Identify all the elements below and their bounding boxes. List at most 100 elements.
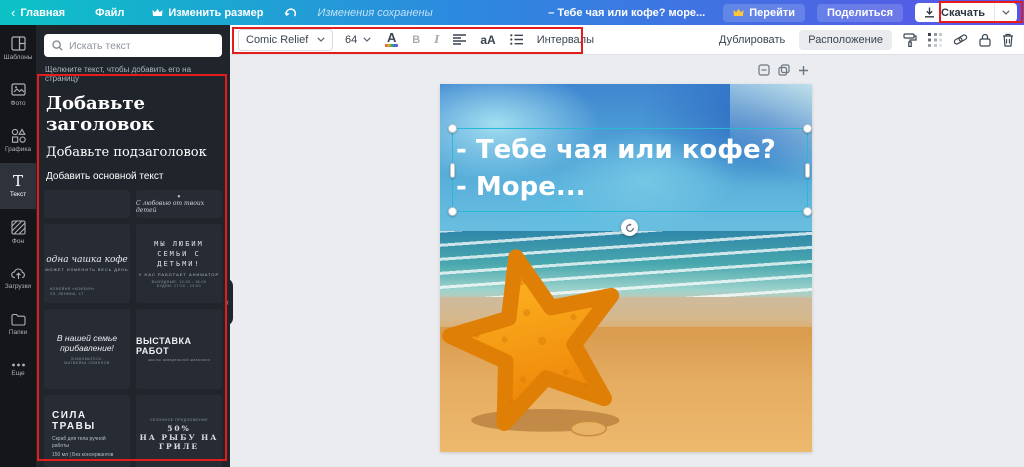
add-subheading-item[interactable]: Добавьте подзаголовок [46,145,220,160]
text-panel: Щелкните текст, чтобы добавить его на ст… [36,25,230,467]
page-actions [758,64,809,76]
copy-style-button[interactable] [903,32,917,47]
starfish-graphic [441,248,620,437]
text-template-card[interactable]: одна чашка кофе МОЖЕТ ИЗМЕНИТЬ ВЕСЬ ДЕНЬ… [44,224,130,303]
resize-handle-se[interactable] [803,207,812,216]
notes-icon[interactable] [758,64,770,76]
resize-handle-w[interactable] [450,163,455,178]
home-button[interactable]: ‹ Главная [11,5,65,20]
font-size-value: 64 [345,33,358,46]
file-menu[interactable]: Файл [95,7,124,19]
panel-hint: Щелкните текст, чтобы добавить его на ст… [45,65,192,83]
more-icon [11,363,26,367]
add-bodytext-item[interactable]: Добавить основной текст [46,171,220,182]
list-button[interactable] [509,34,523,45]
undo-icon [283,7,297,19]
font-name: Comic Relief [246,33,309,46]
paint-roller-icon [903,32,917,47]
sidebar-item-more[interactable]: Еще [0,347,36,393]
sidebar-rail: Шаблоны Фото Графика T Текст Фон Загрузк… [0,25,36,467]
download-label: Скачать [941,6,985,19]
file-label: Файл [95,6,125,19]
crown-icon [152,8,163,17]
folders-icon [10,313,26,326]
resize-button[interactable]: Изменить размер [152,7,263,19]
position-button[interactable]: Расположение [799,29,892,50]
duplicate-button[interactable]: Дублировать [719,34,785,46]
rainbow-bar [385,44,399,47]
download-icon [924,7,935,18]
text-case-button[interactable]: aA [480,33,495,47]
undo-button[interactable] [283,7,297,19]
align-left-icon [453,34,467,45]
font-family-select[interactable]: Comic Relief [238,28,333,51]
resize-handle-nw[interactable] [448,124,457,133]
trash-icon [1002,33,1014,47]
collapse-panel-button[interactable]: ‹ [222,278,233,326]
delete-button[interactable] [1002,33,1014,47]
text-template-card[interactable]: МЫ ЛЮБИМ СЕМЬИ С ДЕТЬМИ! У НАС РАБОТАЕТ … [136,224,222,303]
spacing-button[interactable]: Интервалы [537,34,594,46]
crown-icon [733,8,744,17]
text-template-card[interactable]: В нашей семье прибавление! ЗНАКОМЬТЕСЬ, … [44,309,130,389]
go-label: Перейти [749,6,796,19]
resize-label: Изменить размер [168,6,264,19]
back-chevron-icon: ‹ [11,5,16,20]
text-toolbar: Comic Relief 64 A B I aA Интервалы Дубли… [230,25,1024,55]
topbar: ‹ Главная Файл Изменить размер Изменения… [0,0,1024,25]
bold-button[interactable]: B [412,34,420,46]
photos-icon [10,82,26,97]
save-status: Изменения сохранены [317,6,433,19]
transparency-icon [928,32,942,47]
chevron-down-icon [1002,10,1010,15]
share-label: Поделиться [827,6,894,19]
list-icon [509,34,523,45]
sidebar-item-uploads[interactable]: Загрузки [0,255,36,301]
rotate-handle[interactable] [621,219,638,236]
selection-box [452,128,808,212]
sidebar-item-photos[interactable]: Фото [0,71,36,117]
collapse-chevron-icon: ‹ [226,297,229,307]
sidebar-item-background[interactable]: Фон [0,209,36,255]
share-button[interactable]: Поделиться [817,3,904,22]
align-button[interactable] [453,34,467,45]
add-heading-item[interactable]: Добавьте заголовок [46,93,220,135]
templates-icon [10,35,26,51]
font-size-select[interactable]: 64 [345,34,371,46]
download-button[interactable]: Скачать [915,3,1017,22]
search-box[interactable] [44,34,222,57]
resize-handle-ne[interactable] [803,124,812,133]
text-template-card[interactable] [44,190,130,218]
text-color-icon: A [387,30,397,45]
uploads-icon [10,267,26,280]
sidebar-item-text[interactable]: T Текст [0,163,36,209]
italic-button[interactable]: I [434,33,439,46]
link-button[interactable] [953,33,968,46]
document-title[interactable]: – Тебе чая или кофе? море... [548,7,705,19]
lock-icon [979,33,991,47]
text-color-button[interactable]: A [385,30,399,47]
download-options-button[interactable] [994,3,1017,22]
background-icon [10,219,26,235]
sidebar-item-folders[interactable]: Папки [0,301,36,347]
text-template-grid: ♥ С любовью от твоих детей одна чашка ко… [44,190,222,467]
duplicate-page-icon[interactable] [778,64,790,76]
sidebar-item-graphics[interactable]: Графика [0,117,36,163]
text-template-card[interactable]: ВЫСТАВКА РАБОТ школы акварельной живопис… [136,309,222,389]
text-icon: T [12,172,23,190]
add-page-icon[interactable] [798,65,809,76]
text-template-card[interactable]: СЕЗОННОЕ ПРЕДЛОЖЕНИЕ 50% НА РЫБУ НА ГРИЛ… [136,395,222,467]
lock-button[interactable] [979,33,991,47]
graphics-icon [11,127,26,143]
text-template-card[interactable]: СИЛА ТРАВЫ Скраб для тела ручной работы … [44,395,130,467]
sidebar-item-templates[interactable]: Шаблоны [0,25,36,71]
search-input[interactable] [69,39,199,52]
search-icon [52,40,63,51]
text-template-card[interactable]: ♥ С любовью от твоих детей [136,190,222,218]
canva-editor: ‹ Главная Файл Изменить размер Изменения… [0,0,1024,467]
go-button[interactable]: Перейти [723,3,806,22]
transparency-button[interactable] [928,32,942,47]
resize-handle-e[interactable] [805,163,810,178]
resize-handle-sw[interactable] [448,207,457,216]
chevron-down-icon [317,37,325,42]
